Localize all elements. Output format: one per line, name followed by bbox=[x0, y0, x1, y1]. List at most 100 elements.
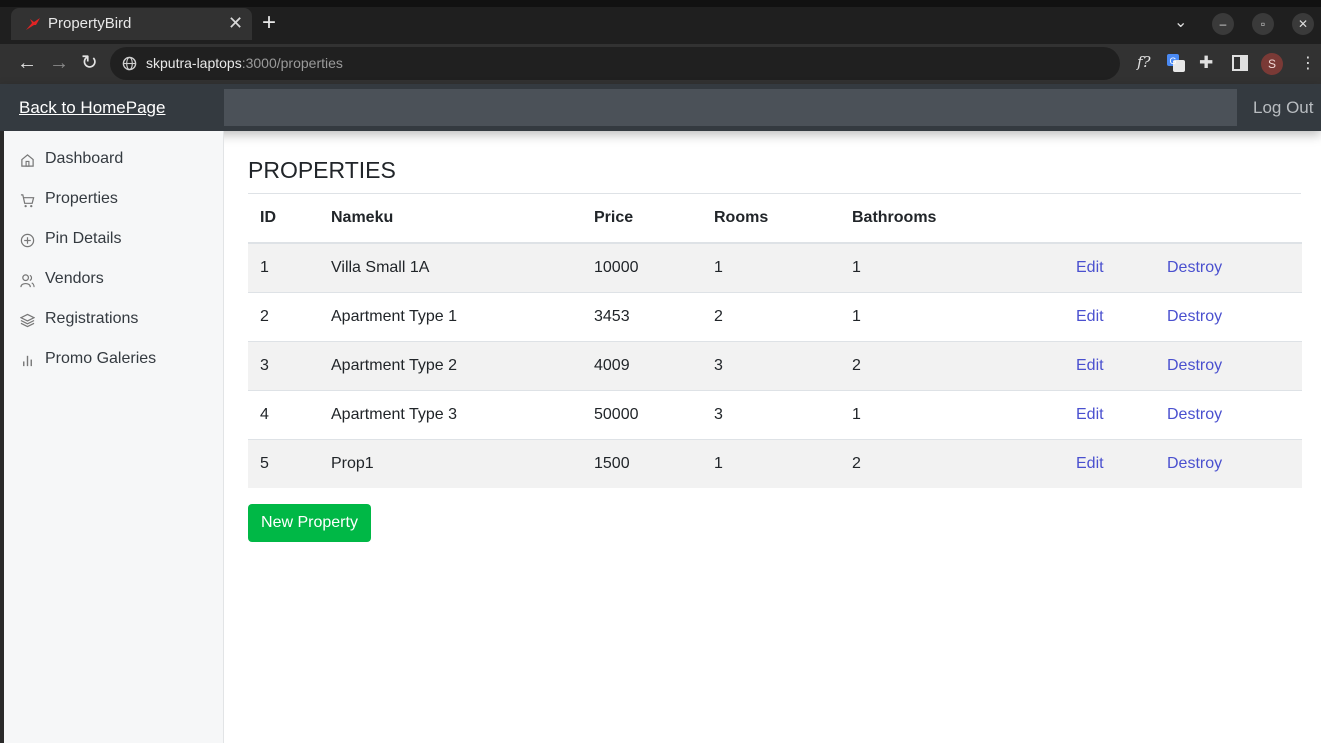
sidebar-item-properties[interactable]: Properties bbox=[4, 181, 223, 217]
cell-destroy: Destroy bbox=[1155, 438, 1302, 488]
layers-icon bbox=[20, 313, 35, 328]
table-row: 1 Villa Small 1A 10000 1 1 Edit Destroy bbox=[248, 242, 1302, 292]
browser-toolbar: ← → ↻ skputra-laptops:3000/properties f?… bbox=[0, 44, 1321, 84]
cell-destroy: Destroy bbox=[1155, 389, 1302, 439]
cell-destroy: Destroy bbox=[1155, 340, 1302, 390]
cell-id: 5 bbox=[248, 438, 319, 488]
translate-extension-icon[interactable]: G bbox=[1167, 54, 1185, 72]
sidebar-item-vendors[interactable]: Vendors bbox=[4, 261, 223, 297]
edit-link[interactable]: Edit bbox=[1076, 406, 1104, 423]
edit-link[interactable]: Edit bbox=[1076, 357, 1104, 374]
cell-bathrooms: 1 bbox=[840, 242, 1064, 292]
edit-link[interactable]: Edit bbox=[1076, 455, 1104, 472]
column-header-name: Nameku bbox=[331, 209, 394, 226]
sidebar-item-registrations[interactable]: Registrations bbox=[4, 301, 223, 337]
destroy-link[interactable]: Destroy bbox=[1167, 357, 1222, 374]
column-header-price: Price bbox=[594, 209, 634, 226]
browser-tab[interactable]: PropertyBird ✕ bbox=[11, 8, 252, 40]
kebab-menu-icon[interactable]: ⋮ bbox=[1300, 53, 1316, 73]
cell-edit: Edit bbox=[1064, 242, 1155, 292]
column-header-rooms: Rooms bbox=[714, 209, 769, 226]
destroy-link[interactable]: Destroy bbox=[1167, 259, 1222, 276]
cell-price: 4009 bbox=[582, 340, 702, 390]
minimize-button[interactable]: – bbox=[1212, 13, 1234, 35]
bar-chart-icon bbox=[23, 355, 32, 367]
properties-table: ID Nameku Price Rooms Bathrooms 1 Villa … bbox=[248, 194, 1302, 488]
cell-edit: Edit bbox=[1064, 389, 1155, 439]
edit-link[interactable]: Edit bbox=[1076, 259, 1104, 276]
cart-icon bbox=[20, 194, 35, 208]
destroy-link[interactable]: Destroy bbox=[1167, 455, 1222, 472]
close-window-button[interactable]: ✕ bbox=[1292, 13, 1314, 35]
tab-search-chevron-icon[interactable]: ⌄ bbox=[1174, 12, 1187, 32]
sidebar-item-pin-details[interactable]: Pin Details bbox=[4, 221, 223, 257]
table-row: 5 Prop1 1500 1 2 Edit Destroy bbox=[248, 438, 1302, 488]
cell-bathrooms: 2 bbox=[840, 340, 1064, 390]
profile-avatar[interactable]: S bbox=[1261, 53, 1283, 75]
back-arrow-icon[interactable]: ← bbox=[17, 52, 37, 74]
edit-link[interactable]: Edit bbox=[1076, 308, 1104, 325]
destroy-link[interactable]: Destroy bbox=[1167, 406, 1222, 423]
cell-name: Villa Small 1A bbox=[319, 242, 582, 292]
cell-edit: Edit bbox=[1064, 291, 1155, 341]
cell-edit: Edit bbox=[1064, 340, 1155, 390]
puzzle-extensions-icon[interactable]: ✚ bbox=[1199, 53, 1213, 73]
cell-price: 3453 bbox=[582, 291, 702, 341]
cell-id: 1 bbox=[248, 242, 319, 292]
sidebar-item-promo-galeries[interactable]: Promo Galeries bbox=[4, 341, 223, 377]
cell-edit: Edit bbox=[1064, 438, 1155, 488]
cell-id: 3 bbox=[248, 340, 319, 390]
url-text: skputra-laptops:3000/properties bbox=[146, 55, 343, 71]
destroy-link[interactable]: Destroy bbox=[1167, 308, 1222, 325]
sidebar: Dashboard Properties Pin Details Vendors… bbox=[4, 131, 224, 743]
cell-name: Apartment Type 3 bbox=[319, 389, 582, 439]
window-top-edge bbox=[0, 0, 1321, 7]
cell-name: Apartment Type 2 bbox=[319, 340, 582, 390]
formula-extension-icon[interactable]: f? bbox=[1137, 53, 1151, 71]
forward-arrow-icon[interactable]: → bbox=[49, 52, 69, 74]
cell-rooms: 1 bbox=[702, 242, 840, 292]
address-bar[interactable]: skputra-laptops:3000/properties bbox=[110, 47, 1120, 80]
sidebar-item-dashboard[interactable]: Dashboard bbox=[4, 141, 223, 177]
users-icon bbox=[20, 274, 35, 288]
side-panel-icon[interactable] bbox=[1232, 55, 1248, 71]
plus-circle-icon bbox=[20, 233, 35, 248]
home-icon bbox=[21, 154, 34, 167]
cell-id: 2 bbox=[248, 291, 319, 341]
cell-destroy: Destroy bbox=[1155, 291, 1302, 341]
app-navbar: Back to HomePage Log Out bbox=[0, 84, 1321, 131]
sidebar-item-label: Pin Details bbox=[45, 230, 122, 247]
tab-close-icon[interactable]: ✕ bbox=[228, 13, 243, 33]
table-header-row: ID Nameku Price Rooms Bathrooms bbox=[248, 194, 1302, 243]
column-header-bathrooms: Bathrooms bbox=[852, 209, 937, 226]
svg-text:G: G bbox=[1170, 56, 1177, 66]
table-row: 2 Apartment Type 1 3453 2 1 Edit Destroy bbox=[248, 291, 1302, 341]
back-to-homepage-link[interactable]: Back to HomePage bbox=[19, 98, 165, 118]
tab-title: PropertyBird bbox=[48, 15, 132, 32]
logout-link[interactable]: Log Out bbox=[1253, 98, 1314, 118]
cell-price: 50000 bbox=[582, 389, 702, 439]
restore-button[interactable]: ▫ bbox=[1252, 13, 1274, 35]
cell-rooms: 2 bbox=[702, 291, 840, 341]
cell-destroy: Destroy bbox=[1155, 242, 1302, 292]
column-header-id: ID bbox=[260, 209, 276, 226]
navbar-search-input[interactable] bbox=[224, 89, 1237, 126]
reload-icon[interactable]: ↻ bbox=[81, 52, 98, 74]
cell-id: 4 bbox=[248, 389, 319, 439]
cell-bathrooms: 2 bbox=[840, 438, 1064, 488]
sidebar-item-label: Registrations bbox=[45, 310, 139, 327]
column-header-edit bbox=[1064, 194, 1155, 243]
cell-rooms: 3 bbox=[702, 389, 840, 439]
site-info-globe-icon[interactable] bbox=[122, 56, 137, 71]
browser-tab-bar: PropertyBird ✕ + ⌄ – ▫ ✕ bbox=[0, 0, 1321, 44]
cell-rooms: 1 bbox=[702, 438, 840, 488]
url-path: :3000/properties bbox=[241, 55, 343, 71]
bird-favicon-icon bbox=[26, 18, 40, 30]
cell-name: Apartment Type 1 bbox=[319, 291, 582, 341]
url-host: skputra-laptops bbox=[146, 55, 242, 71]
column-header-destroy bbox=[1155, 194, 1302, 243]
new-tab-button[interactable]: + bbox=[262, 11, 276, 35]
new-property-button[interactable]: New Property bbox=[248, 504, 371, 542]
cell-bathrooms: 1 bbox=[840, 389, 1064, 439]
table-row: 3 Apartment Type 2 4009 3 2 Edit Destroy bbox=[248, 340, 1302, 390]
